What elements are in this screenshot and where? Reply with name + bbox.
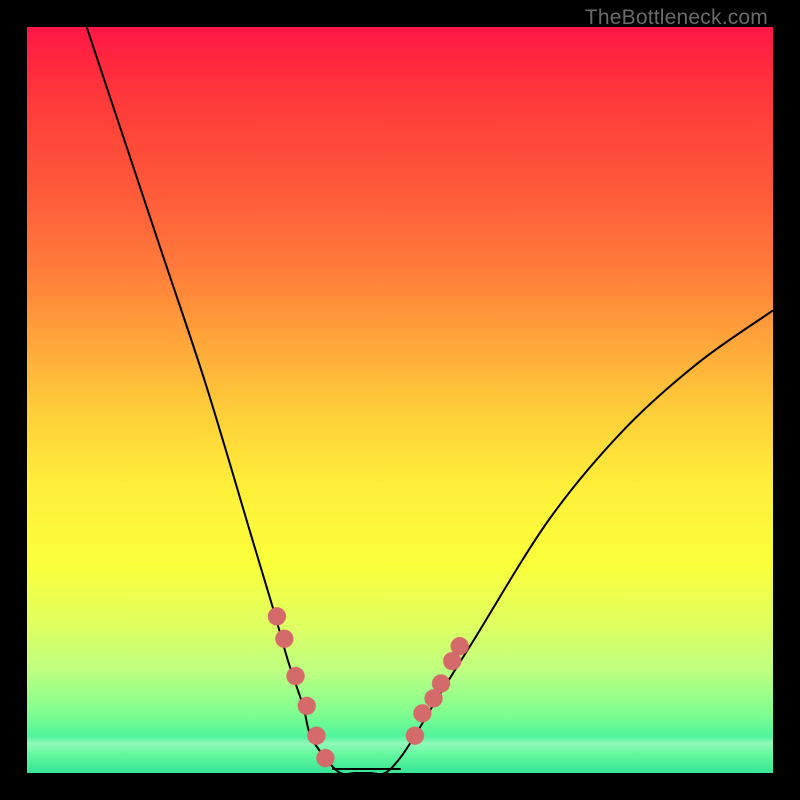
- bottleneck-curve-path: [87, 27, 773, 774]
- markers-left-cluster: [268, 607, 334, 767]
- marker-dot: [298, 697, 316, 715]
- bottleneck-curve-svg: [27, 27, 773, 773]
- chart-frame: TheBottleneck.com: [0, 0, 800, 800]
- marker-dot: [275, 630, 293, 648]
- marker-dot: [406, 727, 424, 745]
- marker-dot: [432, 674, 450, 692]
- marker-dot: [451, 637, 469, 655]
- markers-right-cluster: [406, 637, 469, 745]
- marker-dot: [316, 749, 334, 767]
- marker-dot: [287, 667, 305, 685]
- marker-dot: [413, 704, 431, 722]
- marker-dot: [268, 607, 286, 625]
- marker-dot: [307, 727, 325, 745]
